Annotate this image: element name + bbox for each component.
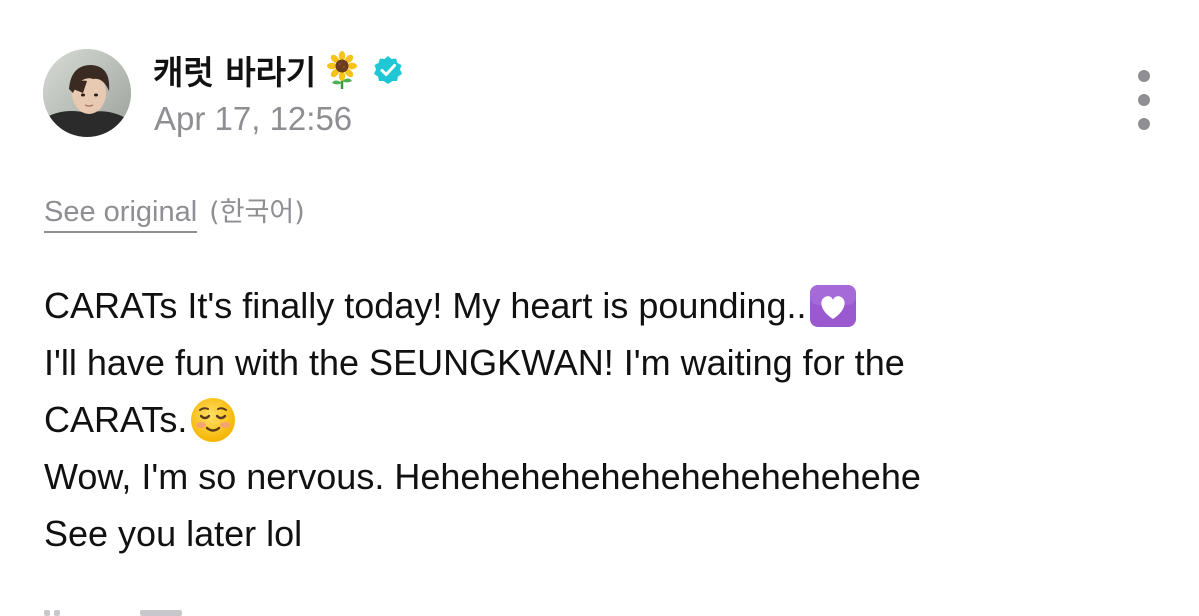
footer-icon-fragment [54, 610, 60, 616]
author-name[interactable]: 캐럿 바라기 [153, 46, 316, 94]
more-vertical-icon [1138, 70, 1150, 82]
post-body: CARATs It's finally today! My heart is p… [44, 277, 1144, 562]
post-date: Apr 17, 12:56 [154, 100, 353, 137]
smiling-face-emoji [189, 396, 237, 444]
post-body-line-text: CARATs It's finally today! My heart is p… [44, 285, 807, 326]
original-language-label: (한국어) [209, 197, 305, 228]
footer-icon-fragment [44, 610, 50, 616]
translation-row: See original (한국어) [44, 190, 305, 233]
post-footer-actions [44, 606, 224, 616]
more-vertical-icon-dot [1138, 118, 1150, 130]
post-body-line: I'll have fun with the SEUNGKWAN! I'm wa… [44, 342, 905, 383]
author-header: 캐럿 바라기 [153, 45, 404, 95]
post-body-line-text: CARATs. [44, 399, 188, 440]
avatar-image [43, 49, 131, 137]
more-options-button[interactable] [1126, 70, 1162, 130]
author-avatar[interactable] [43, 49, 131, 137]
footer-count-fragment [140, 610, 182, 616]
verified-badge-icon [372, 54, 404, 86]
post-body-line: See you later lol [44, 513, 303, 554]
post-card: 캐럿 바라기 Apr 17, 12:56 See original (한국어) … [0, 0, 1199, 616]
purple-heart-emoji [809, 284, 857, 328]
post-body-line: CARATs It's finally today! My heart is p… [44, 277, 1144, 334]
sunflower-icon [322, 50, 362, 90]
see-original-link[interactable]: See original [44, 196, 198, 233]
post-body-line: CARATs. [44, 391, 1144, 448]
post-body-line: Wow, I'm so nervous. Heheheheheheheheheh… [44, 456, 921, 497]
more-vertical-icon-dot [1138, 94, 1150, 106]
